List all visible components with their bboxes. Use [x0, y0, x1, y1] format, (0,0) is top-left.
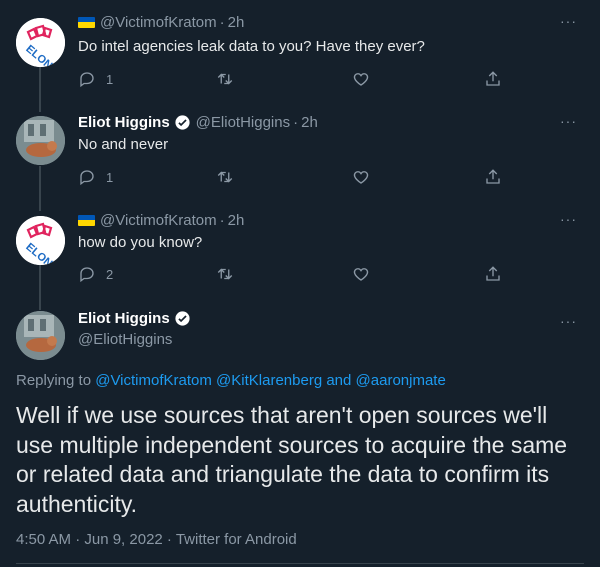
more-icon[interactable]: ···	[560, 14, 580, 28]
tweet-header: Eliot Higgins @EliotHiggins · 2h	[78, 112, 318, 132]
replying-to: Replying to @VictimofKratom @KitKlarenbe…	[16, 372, 446, 389]
tweet-timestamp[interactable]: 4:50 AM · Jun 9, 2022 ·	[16, 531, 176, 548]
verified-badge-icon	[175, 311, 190, 326]
reply-button[interactable]: 1	[78, 70, 113, 88]
reply-count: 1	[106, 71, 114, 87]
tweet-text: how do you know?	[78, 234, 203, 251]
tweet-body-line: or related data and triangulate the data…	[16, 461, 550, 487]
tweet-actions: 2	[72, 265, 512, 287]
ukraine-flag-icon	[78, 16, 95, 28]
share-button[interactable]	[484, 168, 502, 186]
share-icon	[486, 266, 500, 281]
avatar[interactable]: ELON	[16, 18, 65, 67]
tweet-body-line: use multiple independent sources to acqu…	[16, 431, 568, 458]
share-button[interactable]	[484, 265, 502, 283]
like-button[interactable]	[352, 70, 370, 88]
timestamp[interactable]: 2h	[228, 212, 245, 229]
retweet-icon	[217, 171, 233, 183]
mention-link[interactable]: @KitKlarenberg	[216, 372, 322, 389]
like-button[interactable]	[352, 265, 370, 283]
tweet-actions: 1	[72, 168, 512, 190]
elon-logo-icon: ELON	[16, 216, 65, 265]
timestamp[interactable]: 2h	[228, 14, 245, 31]
avatar[interactable]	[16, 311, 65, 360]
tweet-text: Do intel agencies leak data to you? Have…	[78, 38, 425, 55]
tweet-text: No and never	[78, 136, 169, 153]
tweet-actions: 1	[72, 70, 512, 92]
author-name-text[interactable]: Eliot Higgins	[78, 310, 170, 327]
heart-icon	[353, 73, 369, 86]
reply-icon	[80, 267, 94, 283]
mention-link[interactable]: @VictimofKratom	[95, 372, 212, 389]
retweet-icon	[217, 268, 233, 280]
author-handle[interactable]: @VictimofKratom	[100, 14, 217, 31]
profile-photo-icon	[16, 116, 65, 165]
mention-link[interactable]: @aaronjmate	[356, 372, 446, 389]
tweet-body-line: Well if we use sources that aren't open …	[16, 402, 548, 428]
tweet-meta: 4:50 AM · Jun 9, 2022 · Twitter for Andr…	[16, 531, 297, 548]
author-handle[interactable]: @VictimofKratom	[100, 212, 217, 229]
profile-photo-icon	[16, 311, 65, 360]
tweet-body-line: authenticity.	[16, 490, 138, 517]
tweet-body: Well if we use sources that aren't open …	[16, 401, 586, 519]
separator: ·	[293, 113, 299, 131]
author-name[interactable]: Eliot Higgins	[78, 310, 196, 327]
author-handle[interactable]: @EliotHiggins	[78, 331, 172, 348]
reply-icon	[80, 72, 94, 88]
author-handle[interactable]: @EliotHiggins	[196, 114, 290, 131]
tweet-header: @VictimofKratom · 2h	[78, 210, 244, 230]
reply-count: 1	[106, 169, 114, 185]
replying-prefix: Replying to	[16, 372, 96, 389]
reply-icon	[80, 170, 94, 186]
heart-icon	[353, 171, 369, 184]
heart-icon	[353, 268, 369, 281]
reply-count: 2	[106, 266, 114, 282]
retweet-button[interactable]	[216, 70, 234, 88]
retweet-button[interactable]	[216, 265, 234, 283]
timestamp[interactable]: 2h	[301, 114, 318, 131]
separator: ·	[219, 13, 225, 31]
tweet-2[interactable]: Eliot Higgins @EliotHiggins · 2h ··· No …	[0, 112, 600, 202]
separator: ·	[219, 211, 225, 229]
reply-button[interactable]: 2	[78, 265, 113, 283]
reply-button[interactable]: 1	[78, 168, 113, 186]
elon-logo-icon: ELON	[16, 18, 65, 67]
share-button[interactable]	[484, 70, 502, 88]
avatar[interactable]: ELON	[16, 216, 65, 265]
ukraine-flag-icon	[78, 214, 95, 226]
tweet-1[interactable]: ELON @VictimofKratom · 2h ··· Do intel a…	[0, 12, 600, 102]
share-icon	[486, 71, 500, 86]
tweet-client[interactable]: Twitter for Android	[176, 531, 297, 548]
verified-badge-icon	[175, 114, 190, 130]
like-button[interactable]	[352, 168, 370, 186]
avatar[interactable]	[16, 116, 65, 165]
more-icon[interactable]: ···	[560, 314, 580, 328]
tweet-3[interactable]: ELON @VictimofKratom · 2h ··· how do you…	[0, 210, 600, 300]
share-icon	[486, 169, 500, 184]
retweet-icon	[217, 73, 233, 85]
divider	[16, 563, 584, 564]
tweet-header: @VictimofKratom · 2h	[78, 12, 244, 32]
mention-and[interactable]: and	[322, 372, 355, 389]
retweet-button[interactable]	[216, 168, 234, 186]
more-icon[interactable]: ···	[560, 114, 580, 128]
author-name[interactable]: Eliot Higgins	[78, 114, 170, 131]
more-icon[interactable]: ···	[560, 212, 580, 226]
